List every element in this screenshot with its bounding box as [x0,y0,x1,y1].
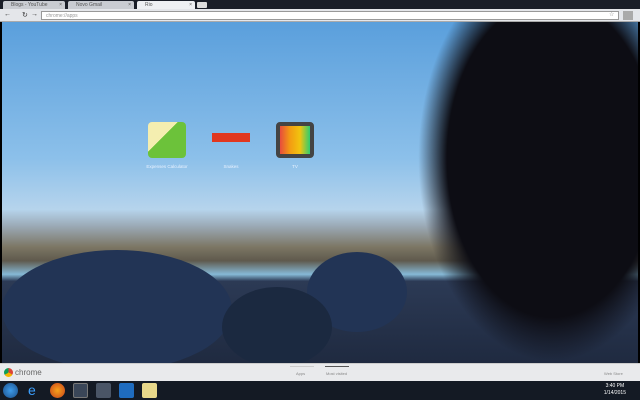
firefox-icon[interactable] [50,383,65,398]
rock [2,250,232,363]
tab-label: Blogs - YouTube [11,2,48,8]
app-label: Snakes [223,164,239,169]
taskbar: e 3:40 PM 1/14/2015 [0,381,640,400]
new-tab-button[interactable] [197,2,207,8]
close-icon[interactable]: × [59,1,62,9]
tab-3-active[interactable]: Rio × [137,1,195,9]
close-icon[interactable]: × [128,1,131,9]
tab-label: Rio [145,2,153,8]
app-label: TV [292,164,298,169]
system-clock[interactable]: 3:40 PM 1/14/2015 [604,383,626,397]
chrome-taskbar-button[interactable] [73,383,88,398]
chrome-wordmark: chrome [15,368,42,377]
tab-2[interactable]: Novo Gmail × [68,1,134,9]
app-tv[interactable]: TV [270,122,320,169]
tab-1[interactable]: Blogs - YouTube × [3,1,65,9]
app-label: Expenses Calculator [146,164,188,169]
ntp-bottom-bar: chrome Apps Most visited Web Store [0,363,640,381]
page-apps[interactable]: Apps [296,371,305,376]
web-store-link[interactable]: Web Store [604,371,623,376]
back-icon[interactable]: ← [4,11,11,18]
chrome-logo-icon [4,368,13,377]
ledger-icon [148,122,186,158]
tv-icon [276,122,314,158]
snakes-icon [212,122,250,158]
page-most-visited[interactable]: Most visited [326,371,347,376]
app-taskbar-icon[interactable] [96,383,111,398]
close-icon[interactable]: × [189,1,192,9]
motorcycle-silhouette [417,22,638,363]
clock-time: 3:40 PM [605,383,625,389]
forward-icon[interactable]: → [31,11,38,18]
tab-label: Novo Gmail [76,2,103,8]
toolbar: ← ↻ → chrome://apps ☆ [0,9,640,22]
page-indicator-active[interactable] [325,366,349,367]
address-bar[interactable]: chrome://apps [41,11,619,20]
apps-grid: Expenses Calculator Snakes TV [142,122,320,169]
ie-icon[interactable]: e [28,383,43,398]
outlook-icon[interactable] [119,383,134,398]
app-expenses[interactable]: Expenses Calculator [142,122,192,169]
title-bar: Blogs - YouTube × Novo Gmail × Rio × [0,0,640,9]
reload-icon[interactable]: ↻ [22,11,28,19]
app-snakes[interactable]: Snakes [206,122,256,169]
explorer-icon[interactable] [142,383,157,398]
page-indicator[interactable] [290,366,314,367]
rock [222,287,332,363]
clock-date: 1/14/2015 [603,390,626,396]
menu-button[interactable] [623,11,633,20]
star-icon[interactable]: ☆ [609,11,614,18]
new-tab-page: Expenses Calculator Snakes TV [2,22,638,363]
start-button[interactable] [3,383,18,398]
